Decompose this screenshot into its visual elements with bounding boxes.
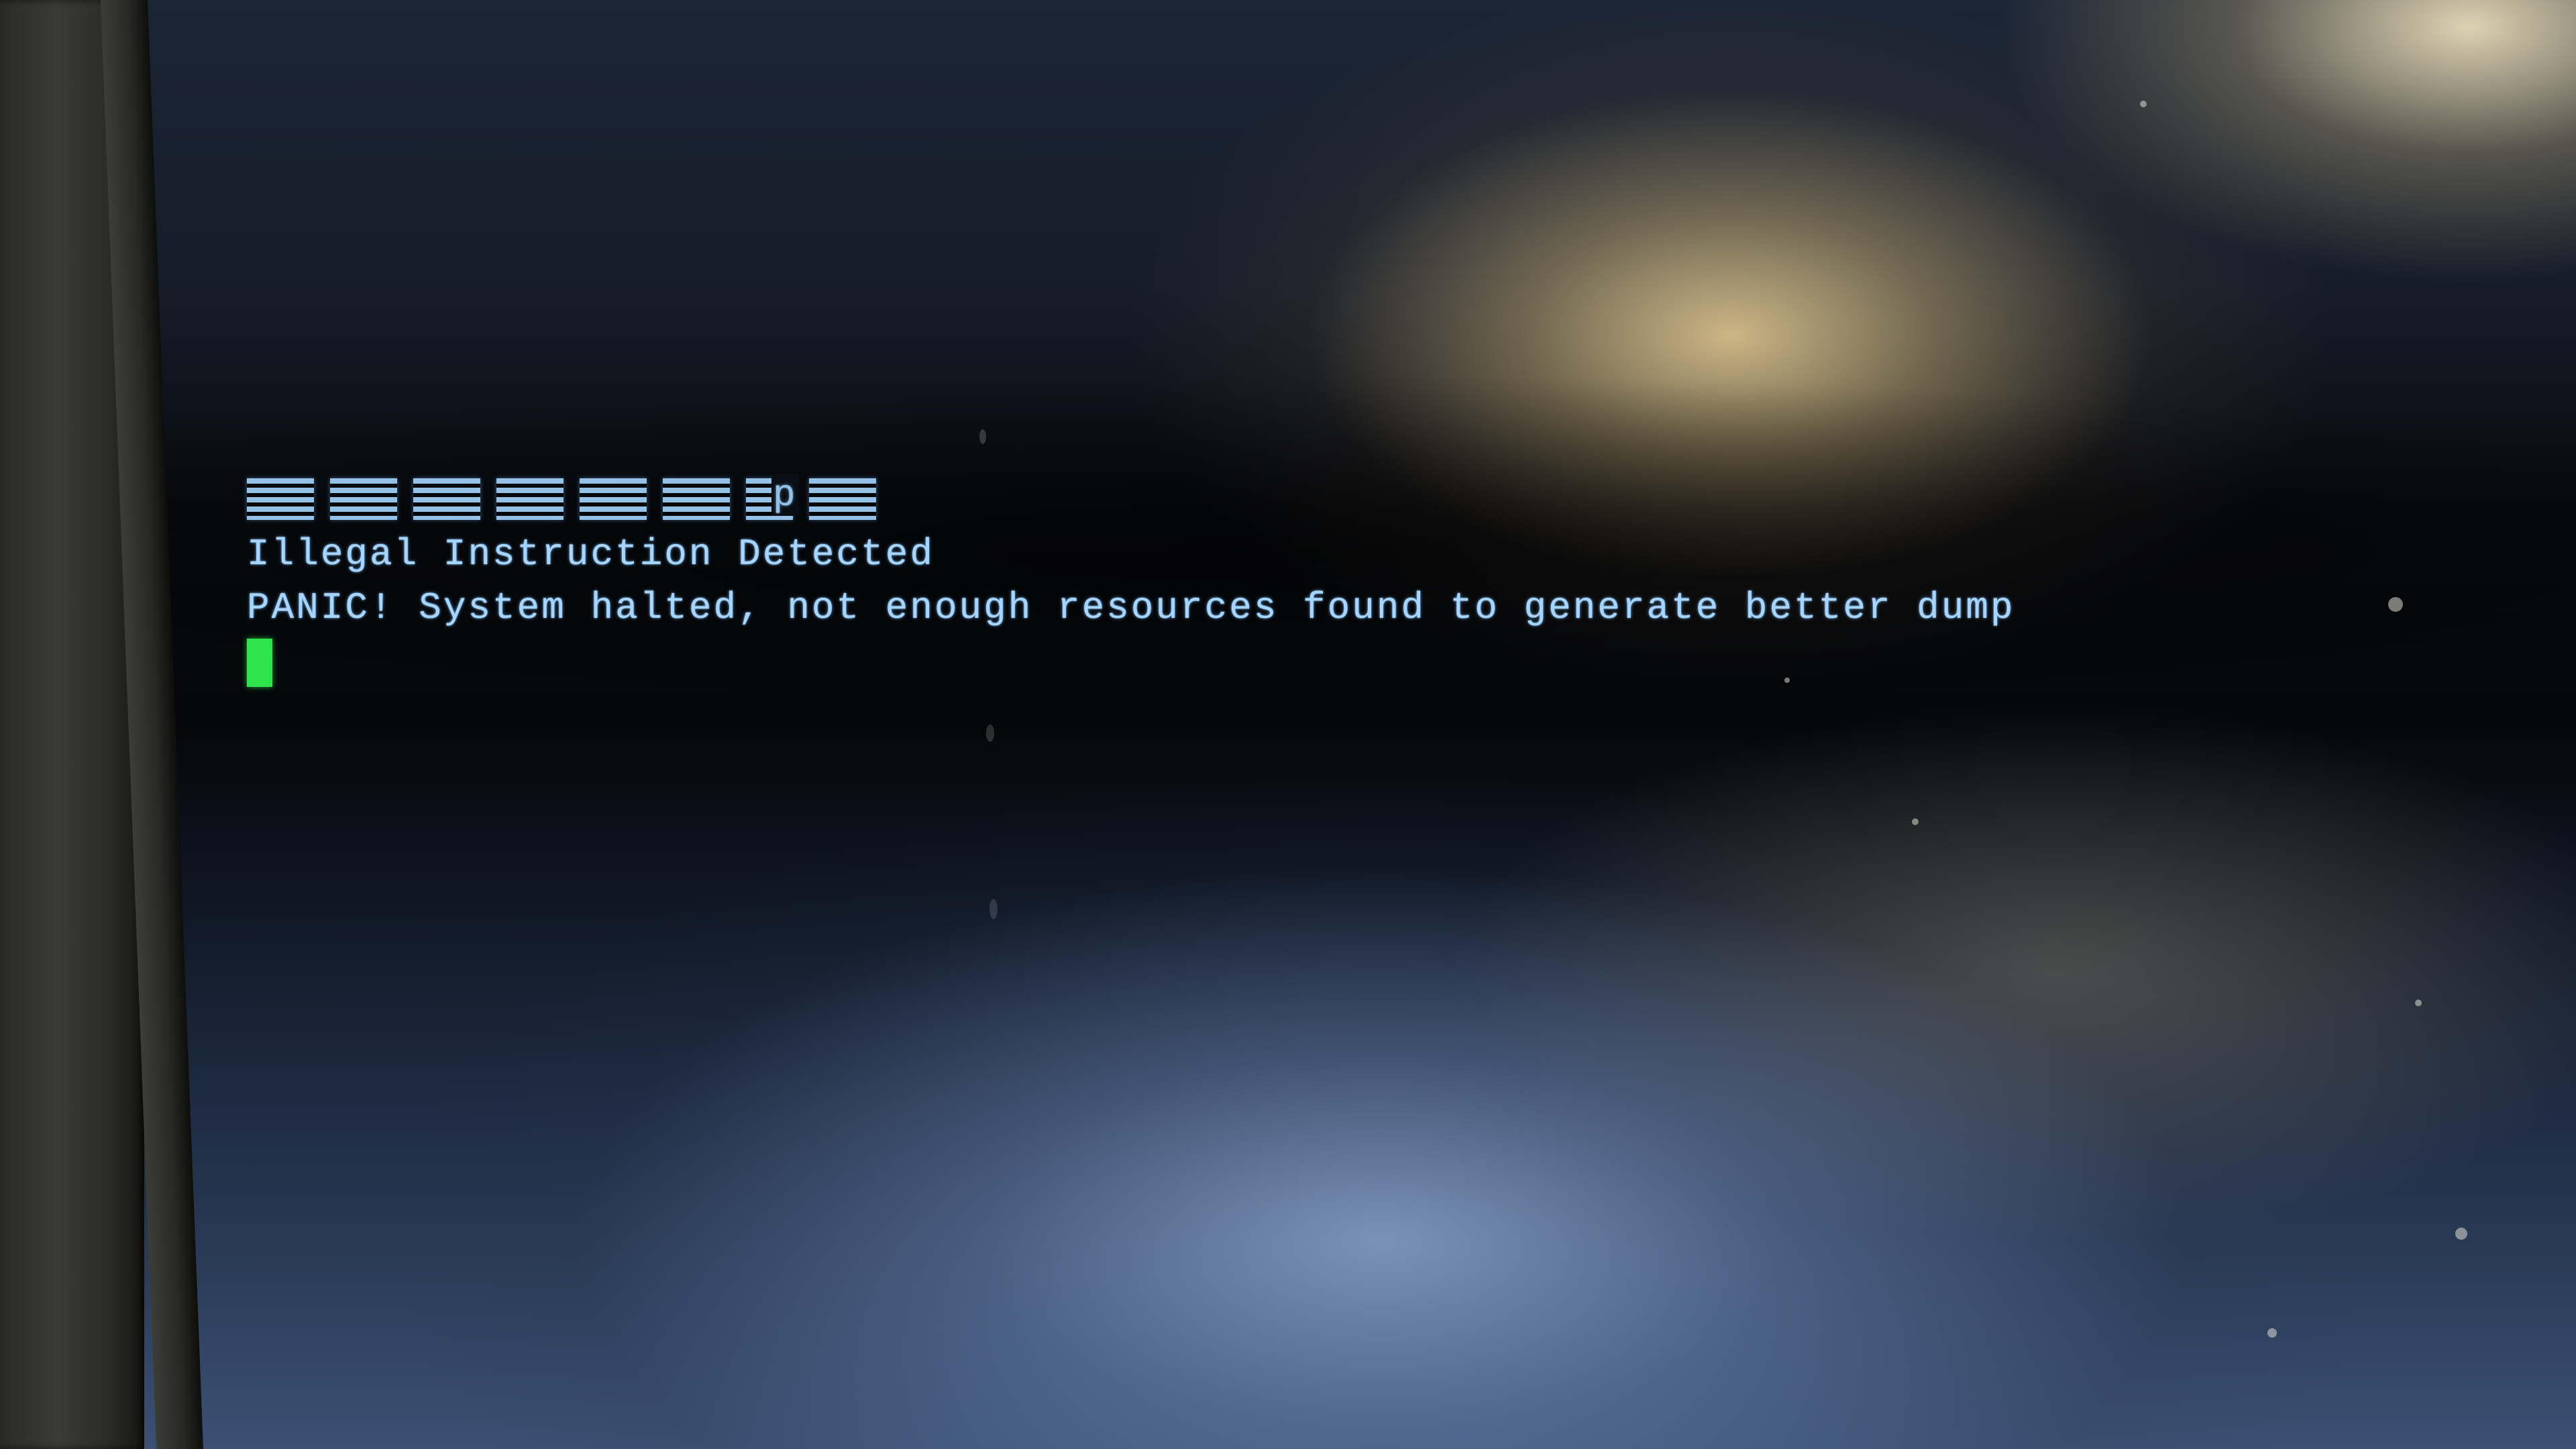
error-line-panic: PANIC! System halted, not enough resourc… [247, 586, 2015, 629]
logo-segment [330, 478, 397, 520]
logo-segment [496, 478, 564, 520]
console-output: Illegal Instruction Detected PANIC! Syst… [247, 474, 2015, 687]
photo-of-monitor: Illegal Instruction Detected PANIC! Syst… [0, 0, 2576, 1449]
logo-segment [413, 478, 480, 520]
logo-segment-p [746, 474, 799, 520]
logo-segment [580, 478, 647, 520]
logo-segment [247, 478, 314, 520]
monitor-screen: Illegal Instruction Detected PANIC! Syst… [107, 0, 2576, 1449]
terminal-cursor [247, 639, 272, 687]
boot-logo [247, 474, 2015, 523]
error-line-illegal-instruction: Illegal Instruction Detected [247, 533, 934, 576]
screen-glare [107, 0, 2576, 1449]
logo-segment [809, 478, 876, 520]
logo-segment [663, 478, 730, 520]
